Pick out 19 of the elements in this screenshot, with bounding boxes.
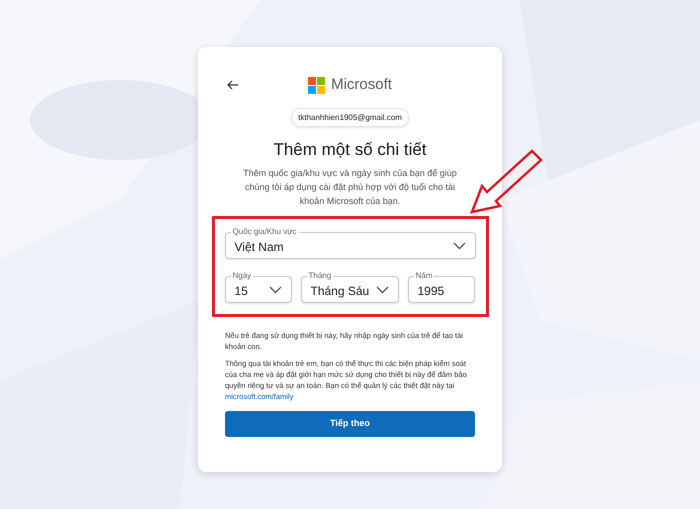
field-label: Năm: [414, 271, 434, 281]
pointer-arrow-icon: [470, 148, 544, 214]
field-value: 15: [234, 283, 248, 300]
logo-icon: [308, 76, 326, 94]
field-value: Tháng Sáu: [310, 283, 370, 300]
page-title: Thêm một số chi tiết: [273, 139, 427, 161]
chevron-down-icon: [376, 286, 388, 294]
account-email: tkthanhhien1905@gmail.com: [291, 108, 409, 127]
field-label: Quốc gia/Khu vực: [230, 227, 299, 237]
field-value: Việt Nam: [234, 239, 284, 256]
description: Thêm quốc gia/khu vực và ngày sinh của bạn để giúp chúng tôi áp dụng cài đặt phù hợp với độ tuổi cho tài khoản Microsoft của bạn.: [242, 167, 458, 208]
field-value: 1995: [418, 283, 444, 300]
field-label: Ngày: [230, 271, 254, 281]
back-arrow-icon: [227, 80, 239, 90]
field-label: Tháng: [306, 271, 334, 281]
brand-name: Microsoft: [331, 74, 392, 95]
chevron-down-icon: [268, 286, 282, 294]
chevron-down-icon: [452, 242, 466, 250]
next-button[interactable]: Tiếp theo: [225, 411, 475, 437]
